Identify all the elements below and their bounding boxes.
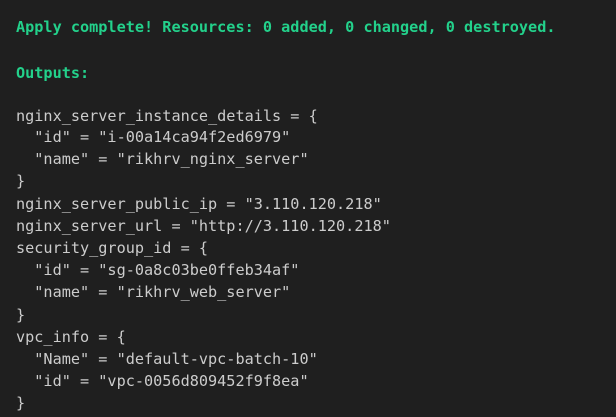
output-line: } xyxy=(16,306,26,324)
output-line: "Name" = "default-vpc-batch-10" xyxy=(16,350,318,368)
output-line: nginx_server_public_ip = "3.110.120.218" xyxy=(16,195,382,213)
outputs-header: Outputs: xyxy=(16,64,90,82)
output-line: "name" = "rikhrv_web_server" xyxy=(16,283,291,301)
apply-complete-message: Apply complete! Resources: 0 added, 0 ch… xyxy=(16,18,556,36)
output-line: nginx_server_instance_details = { xyxy=(16,107,318,125)
output-line: } xyxy=(16,394,26,412)
output-line: security_group_id = { xyxy=(16,239,209,257)
output-line: } xyxy=(16,172,26,190)
output-line: nginx_server_url = "http://3.110.120.218… xyxy=(16,217,391,235)
output-line: "name" = "rikhrv_nginx_server" xyxy=(16,150,309,168)
terminal-output: Apply complete! Resources: 0 added, 0 ch… xyxy=(0,0,616,417)
output-line: "id" = "vpc-0056d809452f9f8ea" xyxy=(16,372,309,390)
output-line: "id" = "i-00a14ca94f2ed6979" xyxy=(16,128,291,146)
output-line: vpc_info = { xyxy=(16,328,126,346)
output-line: "id" = "sg-0a8c03be0ffeb34af" xyxy=(16,261,300,279)
